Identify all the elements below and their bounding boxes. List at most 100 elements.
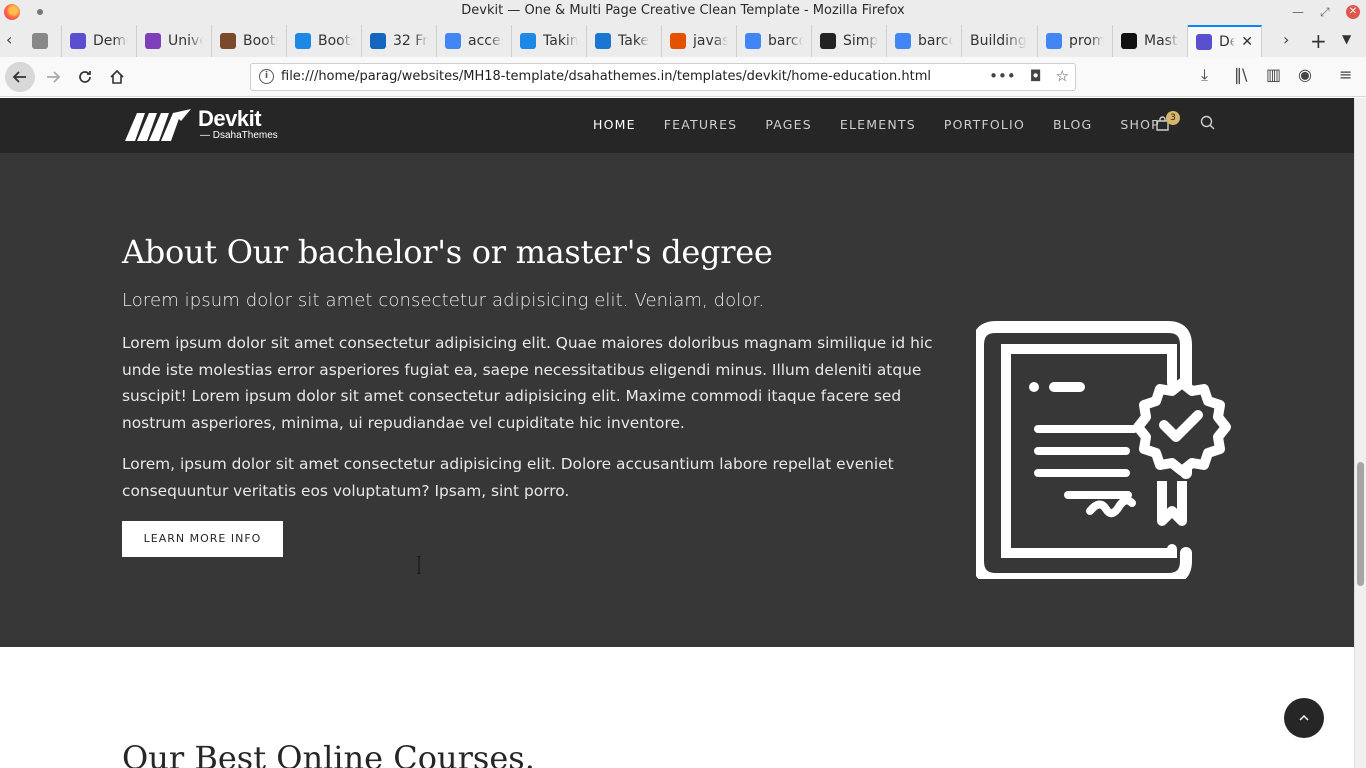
tab-label: De xyxy=(1219,34,1235,50)
menu-item-home[interactable]: HOME xyxy=(593,118,636,132)
browser-tab[interactable]: javas xyxy=(662,25,737,57)
browser-tab[interactable]: barco xyxy=(887,25,962,57)
learn-more-button[interactable]: LEARN MORE INFO xyxy=(122,521,283,557)
library-icon[interactable]: ‖\ xyxy=(1234,65,1247,84)
page-scrollbar[interactable] xyxy=(1354,98,1366,768)
back-button[interactable] xyxy=(5,62,35,92)
tabs-scroll-right-icon[interactable]: › xyxy=(1283,30,1289,49)
window-title: Devkit — One & Multi Page Creative Clean… xyxy=(461,3,905,18)
about-degree-section: About Our bachelor's or master's degree … xyxy=(0,153,1354,647)
courses-heading: Our Best Online Courses. xyxy=(122,739,535,768)
tab-label: Boots xyxy=(243,33,278,49)
stack-icon xyxy=(670,33,686,49)
back-to-top-button[interactable] xyxy=(1284,698,1324,738)
browser-tab[interactable]: Maste xyxy=(1113,25,1188,57)
logo-tagline: — DsahaThemes xyxy=(200,130,278,141)
browser-tab[interactable]: Unive xyxy=(24,25,62,57)
arrow-left-icon xyxy=(12,71,26,83)
browser-tab[interactable]: Takin xyxy=(512,25,587,57)
book-icon xyxy=(220,33,236,49)
pocket-icon[interactable]: ◘ xyxy=(1030,67,1042,85)
menu-item-elements[interactable]: ELEMENTS xyxy=(840,118,916,132)
medium-icon xyxy=(1121,33,1137,49)
forward-button[interactable] xyxy=(39,63,67,91)
menu-item-features[interactable]: FEATURES xyxy=(664,118,738,132)
menu-item-portfolio[interactable]: PORTFOLIO xyxy=(944,118,1025,132)
page-actions-icon[interactable]: ••• xyxy=(989,67,1016,85)
tab-strip: ‹ Unive Demo Unive Boots Boots 32 Fr acces Taki… xyxy=(0,24,1366,57)
page-viewport: Devkit — DsahaThemes HOME FEATURES PAGES EL… xyxy=(0,98,1354,768)
browser-tab[interactable]: Simp xyxy=(812,25,887,57)
tab-label: Unive xyxy=(168,33,203,49)
site-info-icon[interactable]: i xyxy=(259,69,274,84)
tab-label: Demo xyxy=(93,33,128,49)
google-icon xyxy=(1046,33,1062,49)
google-icon xyxy=(445,33,461,49)
browser-tab[interactable]: barco xyxy=(737,25,812,57)
bookmark-star-icon[interactable]: ☆ xyxy=(1056,67,1069,85)
url-text[interactable]: file:///home/parag/websites/MH18-templat… xyxy=(281,69,931,84)
address-bar[interactable]: i file:///home/parag/websites/MH18-templ… xyxy=(250,63,1076,91)
tab-label: javas xyxy=(693,33,728,49)
about-paragraph-2: Lorem, ipsum dolor sit amet consectetur … xyxy=(122,455,894,500)
tab-label: Simp xyxy=(843,33,878,49)
menu-item-pages[interactable]: PAGES xyxy=(765,118,812,132)
tab-label: 32 Fr xyxy=(393,33,428,49)
scrollbar-thumb[interactable] xyxy=(1357,462,1364,586)
menu-item-shop[interactable]: SHOP xyxy=(1120,118,1160,132)
tab-label: Boots xyxy=(318,33,353,49)
browser-tab[interactable]: Demo xyxy=(62,25,137,57)
tab-list: Unive Demo Unive Boots Boots 32 Fr acces Takin T… xyxy=(24,25,1262,57)
reload-icon xyxy=(79,71,91,83)
browser-tab[interactable]: Take xyxy=(587,25,662,57)
browser-tab[interactable]: acces xyxy=(437,25,512,57)
nav-toolbar: i file:///home/parag/websites/MH18-templ… xyxy=(0,57,1366,97)
minimize-button[interactable]: — xyxy=(1292,4,1304,20)
browser-tab[interactable]: Building xyxy=(962,25,1038,57)
univ-icon xyxy=(145,33,161,49)
tab-label: barco xyxy=(768,33,803,49)
courses-section: Our Best Online Courses. xyxy=(0,647,1354,768)
close-window-button[interactable]: ✕ xyxy=(1346,5,1360,19)
doc-icon xyxy=(370,33,386,49)
section-lead: Lorem ipsum dolor sit amet consectetur a… xyxy=(122,290,765,311)
flutter-icon xyxy=(295,33,311,49)
browser-tab[interactable]: Boots xyxy=(287,25,362,57)
window-titlebar: Devkit — One & Multi Page Creative Clean… xyxy=(0,0,1366,24)
page-icon xyxy=(32,33,48,49)
account-icon[interactable]: ◉ xyxy=(1298,65,1312,84)
list-all-tabs-button[interactable]: ▼ xyxy=(1342,32,1351,46)
tab-label: barco xyxy=(918,33,953,49)
main-menu: HOME FEATURES PAGES ELEMENTS PORTFOLIO BLOG SH… xyxy=(593,118,1188,132)
home-button[interactable] xyxy=(103,63,131,91)
logo-name: Devkit xyxy=(198,106,262,131)
site-header: Devkit — DsahaThemes HOME FEATURES PAGES EL… xyxy=(0,98,1354,153)
browser-tab[interactable]: prom xyxy=(1038,25,1113,57)
demo-site-icon xyxy=(70,33,86,49)
downloads-icon[interactable]: ⤓ xyxy=(1201,65,1208,85)
home-icon xyxy=(110,69,124,84)
browser-tab[interactable]: Boots xyxy=(212,25,287,57)
devkit-icon xyxy=(1196,34,1212,50)
code-icon xyxy=(595,33,611,49)
tab-label: Building xyxy=(970,33,1027,49)
new-tab-button[interactable]: + xyxy=(1310,29,1327,53)
tab-label: Takin xyxy=(543,33,578,49)
close-tab-icon[interactable]: ✕ xyxy=(1241,34,1253,50)
devkit-logo-icon xyxy=(125,109,191,141)
arrow-right-icon xyxy=(47,71,61,83)
browser-tab[interactable]: 32 Fr xyxy=(362,25,437,57)
chevron-up-icon xyxy=(1299,714,1309,721)
sidebar-icon[interactable]: ▥ xyxy=(1266,65,1281,84)
hamburger-menu-icon[interactable]: ≡ xyxy=(1339,65,1352,84)
browser-tab[interactable]: Unive xyxy=(137,25,212,57)
reload-button[interactable] xyxy=(71,63,99,91)
tab-label: Maste xyxy=(1144,33,1179,49)
tabs-scroll-left-icon[interactable]: ‹ xyxy=(6,30,12,49)
site-logo[interactable]: Devkit — DsahaThemes xyxy=(123,106,278,144)
maximize-button[interactable]: ⤢ xyxy=(1320,4,1330,20)
menu-item-blog[interactable]: BLOG xyxy=(1053,118,1092,132)
google-icon xyxy=(745,33,761,49)
browser-tab[interactable]: De ✕ xyxy=(1188,25,1262,57)
search-icon[interactable] xyxy=(1200,115,1216,131)
